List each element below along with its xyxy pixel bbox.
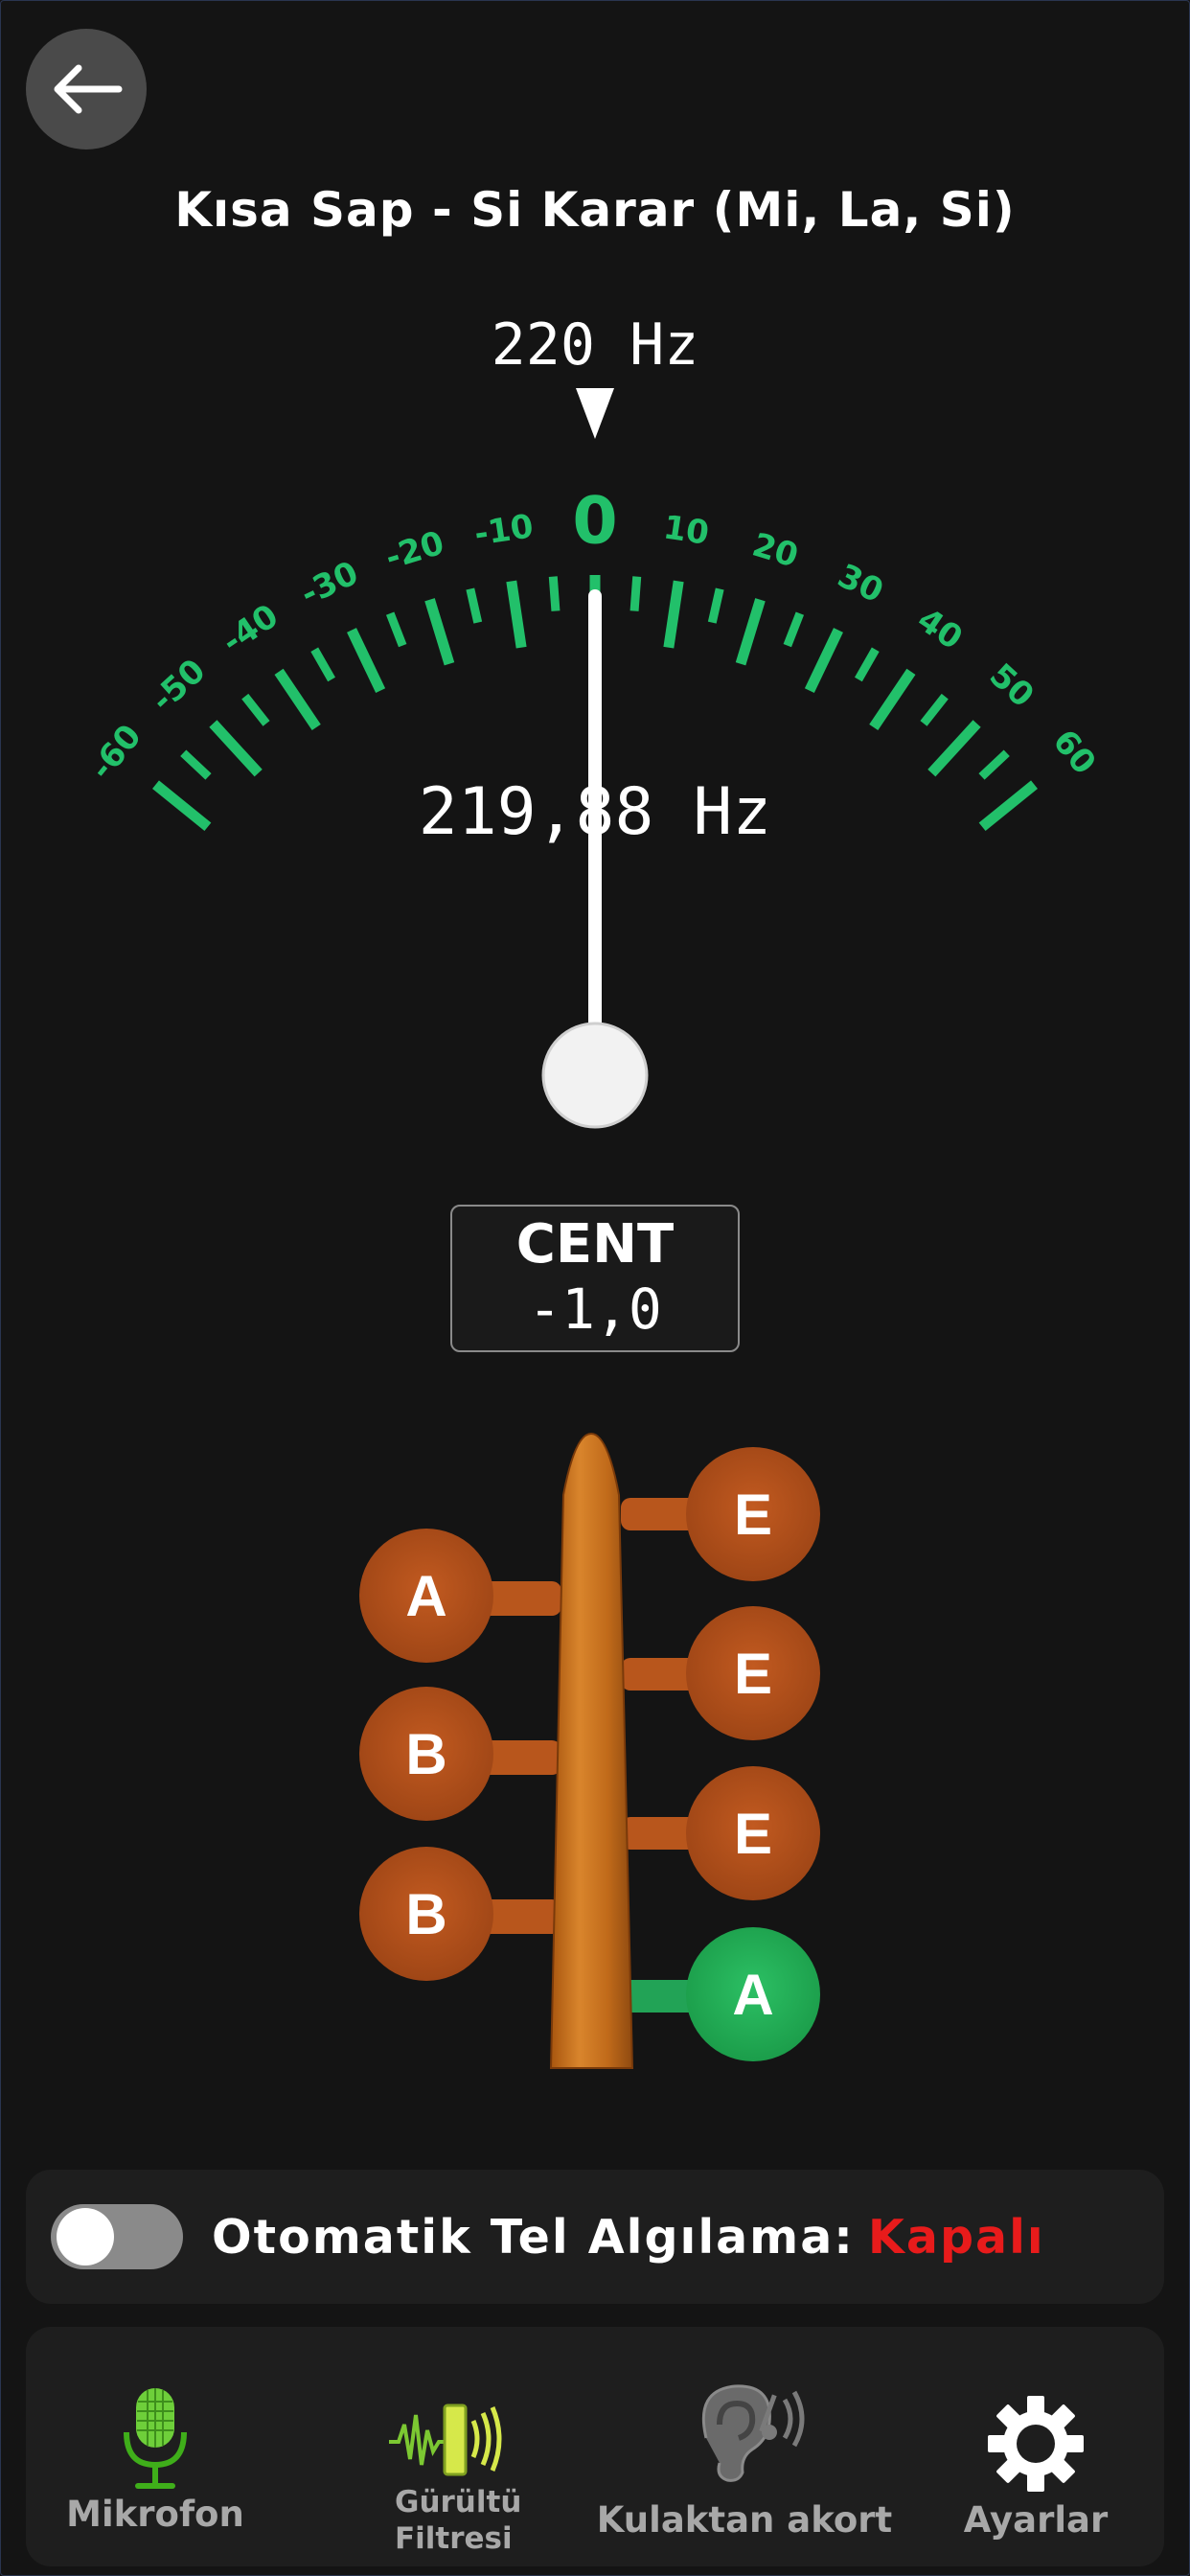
nav-settings[interactable]: Ayarlar [907,2327,1164,2566]
auto-detect-label: Otomatik Tel Algılama: [212,2209,855,2265]
gauge-tick [927,720,981,777]
peg-left-2[interactable]: B [359,1687,493,1821]
gauge-tick [854,647,880,682]
gauge-tick [180,749,212,780]
cent-label: CENT [515,1213,675,1276]
gauge-scale-label: 30 [832,557,889,610]
peg-right-4-active[interactable]: A [686,1927,820,2061]
gauge-tick [978,749,1010,780]
gauge-tick [804,628,843,694]
gauge-tick [424,598,455,666]
gauge-scale-label: 10 [661,508,712,553]
nav-noise-filter-label: Gürültü Filtresi [395,2485,522,2556]
gauge-tick [629,576,642,611]
gauge-tick [869,668,916,730]
gauge-tick [506,580,527,649]
nav-ear-tuning-label: Kulaktan akort [596,2499,893,2541]
gear-icon [988,2396,1084,2492]
target-frequency: 220 Hz [491,311,699,379]
auto-detect-panel: Otomatik Tel Algılama: Kapalı [26,2170,1164,2304]
peg-right-2[interactable]: E [686,1606,820,1740]
noise-filter-icon [389,2404,502,2476]
gauge-scale-label: -40 [216,597,286,662]
peg-right-1[interactable]: E [686,1447,820,1581]
peg-right-2-label: E [734,1642,772,1706]
nav-microphone-label: Mikrofon [66,2494,244,2535]
auto-detect-state: Kapalı [867,2209,1045,2265]
gauge-tick [310,647,336,682]
gauge-tick [209,720,263,777]
gauge-tick [783,611,805,648]
gauge-tick [548,576,561,611]
current-frequency: 219,88 Hz [418,774,772,850]
gauge-tick [707,587,724,624]
peg-left-1-label: A [405,1564,446,1628]
nav-settings-label: Ayarlar [963,2499,1109,2541]
gauge-tick [663,580,684,649]
gauge-tick [347,628,386,694]
bottom-nav: Mikrofon Gürültü Filtresi Kulaktan akort [26,2327,1164,2566]
peg-right-1-label: E [734,1483,772,1547]
gauge-tick [466,587,483,624]
peg-left-3[interactable]: B [359,1847,493,1981]
toggle-knob [57,2208,114,2266]
gauge-tick [385,611,407,648]
gauge-scale-label: -30 [295,554,365,614]
peg-left-2-label: B [405,1722,446,1786]
gauge-scale-label: -10 [472,507,537,554]
back-button[interactable] [26,29,147,150]
gauge-tick [241,693,270,726]
gauge-scale-label: 20 [748,526,803,576]
gauge-scale-label: 40 [910,601,970,658]
arrow-left-icon [54,64,123,114]
auto-detect-toggle[interactable] [51,2204,183,2269]
microphone-icon [124,2388,187,2489]
cent-value: -1,0 [528,1276,662,1342]
gauge-scale-label: -20 [381,524,448,578]
peg-right-4-label: A [732,1963,773,2027]
needle-pivot [541,1022,649,1129]
peg-right-3[interactable]: E [686,1766,820,1900]
page-title: Kısa Sap - Si Karar (Mi, La, Si) [174,182,1016,238]
ear-icon [701,2384,805,2482]
peg-left-3-label: B [405,1882,446,1946]
target-marker [576,388,614,439]
gauge-scale-label: -50 [144,652,213,720]
nav-microphone[interactable]: Mikrofon [26,2327,285,2566]
peg-left-1[interactable]: A [359,1529,493,1663]
saz-headstock: A B B E E E A [359,1432,820,2069]
gauge-tick [735,598,766,666]
gauge-scale-label: 50 [982,656,1041,715]
peg-right-3-label: E [734,1802,772,1866]
nav-noise-filter[interactable]: Gürültü Filtresi [313,2327,582,2566]
gauge-scale-label: 60 [1045,723,1104,782]
gauge-tick [274,668,321,730]
gauge-tick [920,693,949,726]
cent-display: CENT -1,0 [450,1205,740,1352]
nav-ear-tuning[interactable]: Kulaktan akort [582,2327,907,2566]
gauge-scale-label: 0 [572,484,617,560]
tuner-gauge: -60-50-40-30-20 -10 0 10 2030405060 [82,388,1104,1129]
